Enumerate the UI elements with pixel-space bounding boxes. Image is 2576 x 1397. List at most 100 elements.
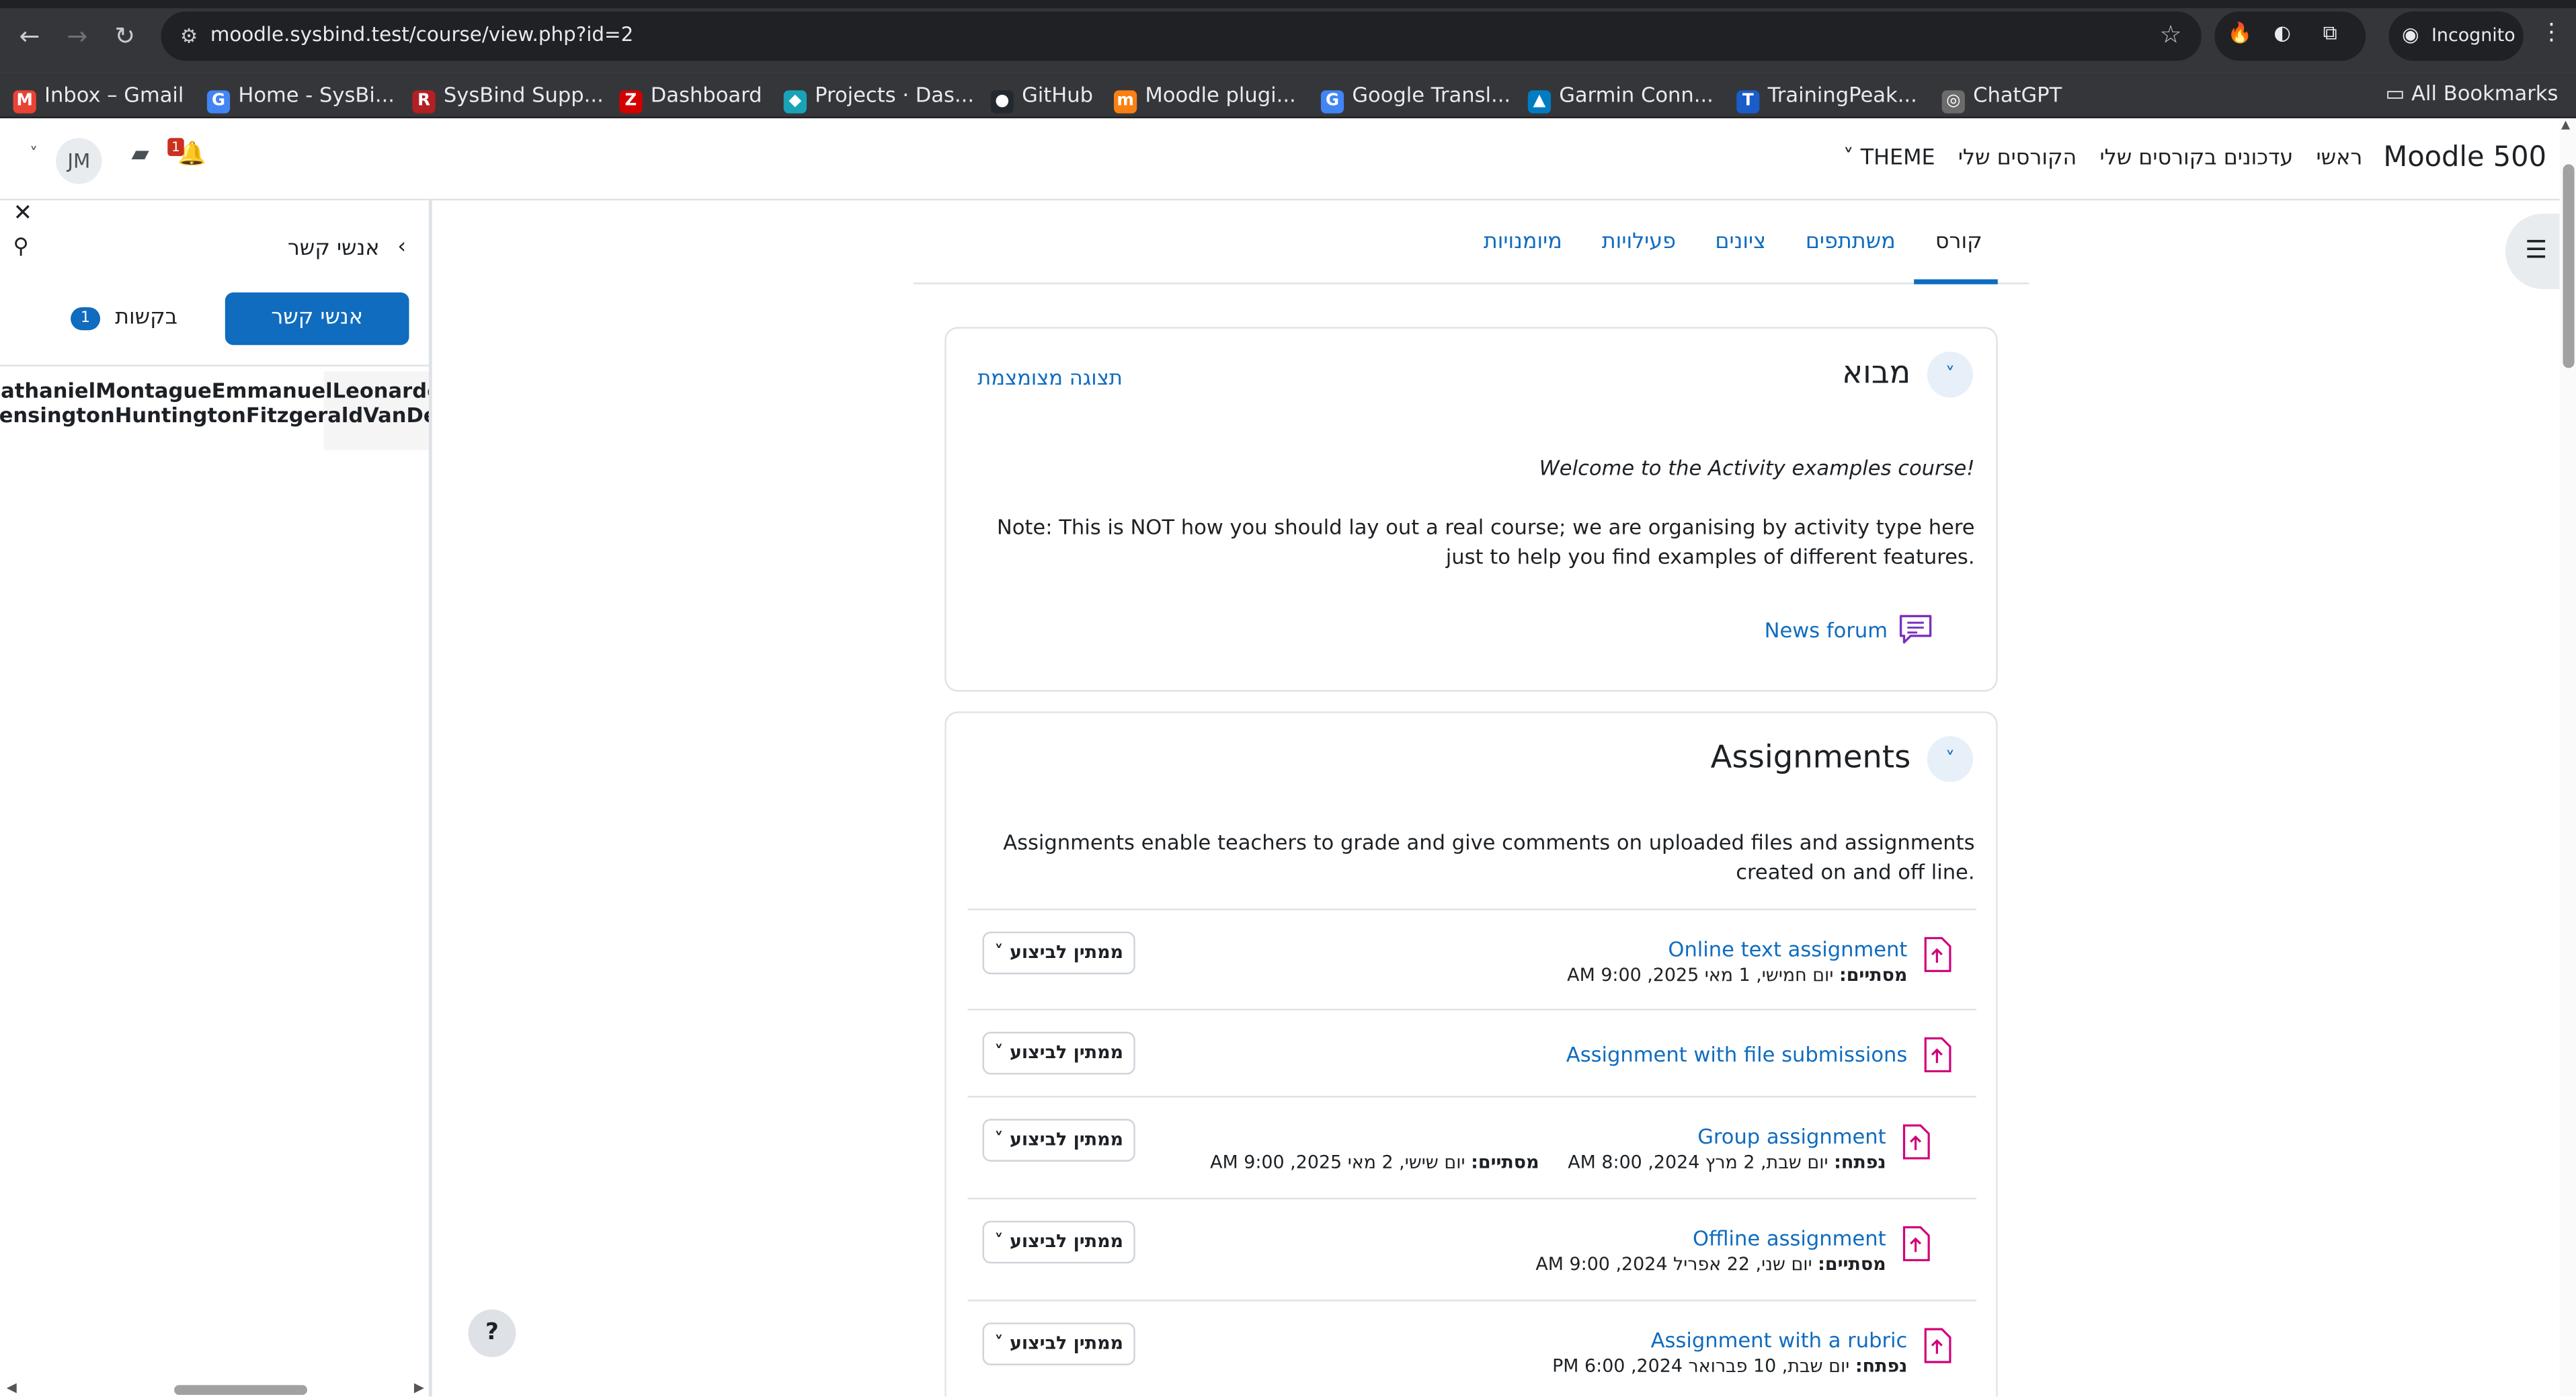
section-assignments: ˅ Assignments Assignments enable teacher… bbox=[944, 711, 1998, 1397]
completion-status-button[interactable]: ממתין לביצוע ˅ bbox=[982, 1322, 1135, 1365]
nav-my-courses[interactable]: הקורסים שלי bbox=[1958, 147, 2077, 171]
chevron-down-icon: ˅ bbox=[994, 1128, 1004, 1150]
reload-icon[interactable]: ↻ bbox=[108, 19, 141, 52]
tab-strip bbox=[0, 0, 2576, 9]
tab-course[interactable]: קורס bbox=[1935, 230, 1982, 255]
help-button[interactable]: ? bbox=[468, 1309, 516, 1357]
scrollbar-thumb[interactable] bbox=[2563, 164, 2575, 368]
address-bar[interactable]: ⚙ moodle.sysbind.test/course/view.php?id… bbox=[161, 11, 2202, 61]
horizontal-scrollbar[interactable]: ◀ ▶ bbox=[0, 1377, 429, 1396]
tab-requests-label: בקשות bbox=[115, 305, 178, 331]
zabbix-icon: Z bbox=[619, 90, 643, 114]
garmin-icon: ▲ bbox=[1527, 90, 1552, 114]
assignment-icon bbox=[1902, 1226, 1930, 1262]
tab-competencies[interactable]: מיומנויות bbox=[1484, 230, 1562, 255]
bookmark-item[interactable]: T TrainingPeak... bbox=[1736, 81, 1917, 114]
divider bbox=[0, 364, 429, 366]
extension-flame-icon[interactable]: 🔥 bbox=[2228, 22, 2253, 44]
completion-status-button[interactable]: ממתין לביצוע ˅ bbox=[982, 1220, 1135, 1264]
nav-theme-dropdown[interactable]: THEME ˅ bbox=[1843, 147, 1935, 171]
scroll-left-icon[interactable]: ◀ bbox=[7, 1380, 17, 1395]
tab-activities[interactable]: פעילויות bbox=[1602, 230, 1676, 255]
welcome-text: Welcome to the Activity examples course! bbox=[1539, 454, 1975, 480]
section-title: Assignments bbox=[1710, 739, 1911, 776]
bookmark-item[interactable]: ▲ Garmin Conn... bbox=[1527, 81, 1714, 114]
site-brand[interactable]: Moodle 500 bbox=[2383, 141, 2546, 174]
section-summary: Assignments enable teachers to grade and… bbox=[1003, 830, 1975, 884]
scroll-right-icon[interactable]: ▶ bbox=[414, 1380, 424, 1395]
moodle-icon: m bbox=[1113, 90, 1137, 114]
scroll-up-icon[interactable]: ▲ bbox=[2561, 118, 2570, 132]
contact-item[interactable]: NathanielMontagueEmmanuelLeonardoFitzw K… bbox=[0, 378, 429, 427]
search-icon[interactable]: ⚲ bbox=[13, 235, 29, 260]
folder-icon: ▭ bbox=[2385, 80, 2412, 106]
scrollbar-thumb[interactable] bbox=[174, 1385, 308, 1395]
messaging-drawer: ✕ ‹ אנשי קשר ⚲ אנשי קשר בקשות 1 Nathanie… bbox=[0, 200, 432, 1397]
completion-status-button[interactable]: ממתין לביצוע ˅ bbox=[982, 1119, 1135, 1162]
site-info-icon[interactable]: ⚙ bbox=[174, 22, 204, 51]
notification-count-badge: 1 bbox=[167, 138, 184, 157]
gitlab-icon: ◆ bbox=[783, 90, 807, 114]
section-title: מבוא bbox=[1842, 354, 1911, 391]
activity-link[interactable]: Offline assignment bbox=[1693, 1226, 1886, 1250]
nav-course-updates[interactable]: עדכונים בקורסים שלי bbox=[2100, 147, 2294, 171]
contact-name-line: NathanielMontagueEmmanuelLeonardoFitzw bbox=[0, 378, 429, 403]
bookmark-item[interactable]: M Inbox – Gmail bbox=[13, 81, 184, 114]
activity-link[interactable]: Assignment with a rubric bbox=[1651, 1328, 1908, 1353]
assignment-icon bbox=[1902, 1124, 1930, 1160]
activity-link[interactable]: Group assignment bbox=[1697, 1124, 1886, 1149]
tab-participants[interactable]: משתתפים bbox=[1806, 230, 1896, 255]
active-tab-indicator bbox=[1914, 279, 1998, 284]
chevron-down-icon[interactable]: ˅ bbox=[1927, 735, 1974, 783]
activity-item: Group assignment נפתח: יום שבת, 2 מרץ 20… bbox=[967, 1096, 1977, 1198]
tab-requests[interactable]: בקשות 1 bbox=[66, 292, 214, 345]
bookmark-item[interactable]: m Moodle plugi... bbox=[1113, 81, 1296, 114]
collapse-view-link[interactable]: תצוגה מצומצמת bbox=[977, 365, 1123, 390]
back-icon[interactable]: ← bbox=[13, 19, 46, 52]
messages-icon[interactable]: ▰ bbox=[132, 141, 149, 167]
bookmark-item[interactable]: R SysBind Supp... bbox=[412, 81, 604, 114]
requests-count-badge: 1 bbox=[71, 307, 101, 331]
bookmark-item[interactable]: ● GitHub bbox=[990, 81, 1093, 114]
all-bookmarks[interactable]: ▭ All Bookmarks bbox=[2386, 81, 2559, 106]
chevron-down-icon: ˅ bbox=[29, 146, 38, 165]
github-icon: ● bbox=[990, 90, 1014, 114]
nav-home[interactable]: ראשי bbox=[2317, 147, 2363, 171]
assignment-icon bbox=[1924, 1037, 1951, 1073]
tab-grades[interactable]: ציונים bbox=[1715, 230, 1766, 255]
incognito-badge[interactable]: ◉ Incognito bbox=[2388, 11, 2524, 61]
google-translate-icon: G bbox=[1320, 90, 1344, 114]
tab-contacts[interactable]: אנשי קשר bbox=[225, 292, 409, 346]
forward-icon[interactable]: → bbox=[61, 19, 93, 52]
incognito-label: Incognito bbox=[2431, 24, 2515, 46]
extension-moodle-icon[interactable]: ◐ bbox=[2273, 22, 2291, 44]
completion-status-button[interactable]: ממתין לביצוע ˅ bbox=[982, 931, 1135, 975]
extensions-puzzle-icon[interactable]: ⧉ bbox=[2323, 22, 2337, 46]
bookmark-item[interactable]: ◎ ChatGPT bbox=[1941, 81, 2062, 114]
activity-link[interactable]: Assignment with file submissions bbox=[1566, 1041, 1908, 1066]
chevron-left-icon[interactable]: ‹ bbox=[397, 235, 406, 260]
bookmark-star-icon[interactable]: ☆ bbox=[2160, 19, 2182, 49]
close-icon[interactable]: ✕ bbox=[13, 200, 33, 227]
activity-link[interactable]: Online text assignment bbox=[1668, 936, 1907, 961]
url-text[interactable]: moodle.sysbind.test/course/view.php?id=2 bbox=[210, 23, 633, 46]
redmine-icon: R bbox=[412, 90, 436, 114]
extensions-area: 🔥 ◐ ⧉ bbox=[2214, 11, 2366, 61]
completion-status-button[interactable]: ממתין לביצוע ˅ bbox=[982, 1031, 1135, 1075]
chatgpt-icon: ◎ bbox=[1941, 90, 1965, 114]
bookmark-item[interactable]: G Google Transl... bbox=[1320, 81, 1511, 114]
news-forum-link[interactable]: News forum bbox=[1765, 618, 1934, 643]
gmail-icon: M bbox=[13, 90, 36, 114]
secondary-navigation: קורס משתתפים ציונים פעילויות מיומנויות bbox=[913, 214, 2029, 284]
avatar[interactable]: JM bbox=[56, 138, 102, 184]
bookmark-item[interactable]: G Home - SysBi... bbox=[206, 81, 395, 114]
activity-item: Online text assignment מסתיים: יום חמישי… bbox=[967, 908, 1977, 1008]
browser-menu-icon[interactable]: ⋮ bbox=[2540, 19, 2563, 46]
bookmark-item[interactable]: Z Dashboard bbox=[619, 81, 762, 114]
browser-toolbar: ← → ↻ ⚙ moodle.sysbind.test/course/view.… bbox=[0, 0, 2576, 73]
chevron-down-icon[interactable]: ˅ bbox=[1927, 351, 1974, 398]
assignment-icon bbox=[1924, 936, 1951, 972]
page: ← → ↻ ⚙ moodle.sysbind.test/course/view.… bbox=[0, 0, 2576, 1397]
bookmark-item[interactable]: ◆ Projects · Das... bbox=[783, 81, 974, 114]
vertical-scrollbar[interactable]: ▲ bbox=[2559, 118, 2576, 1397]
